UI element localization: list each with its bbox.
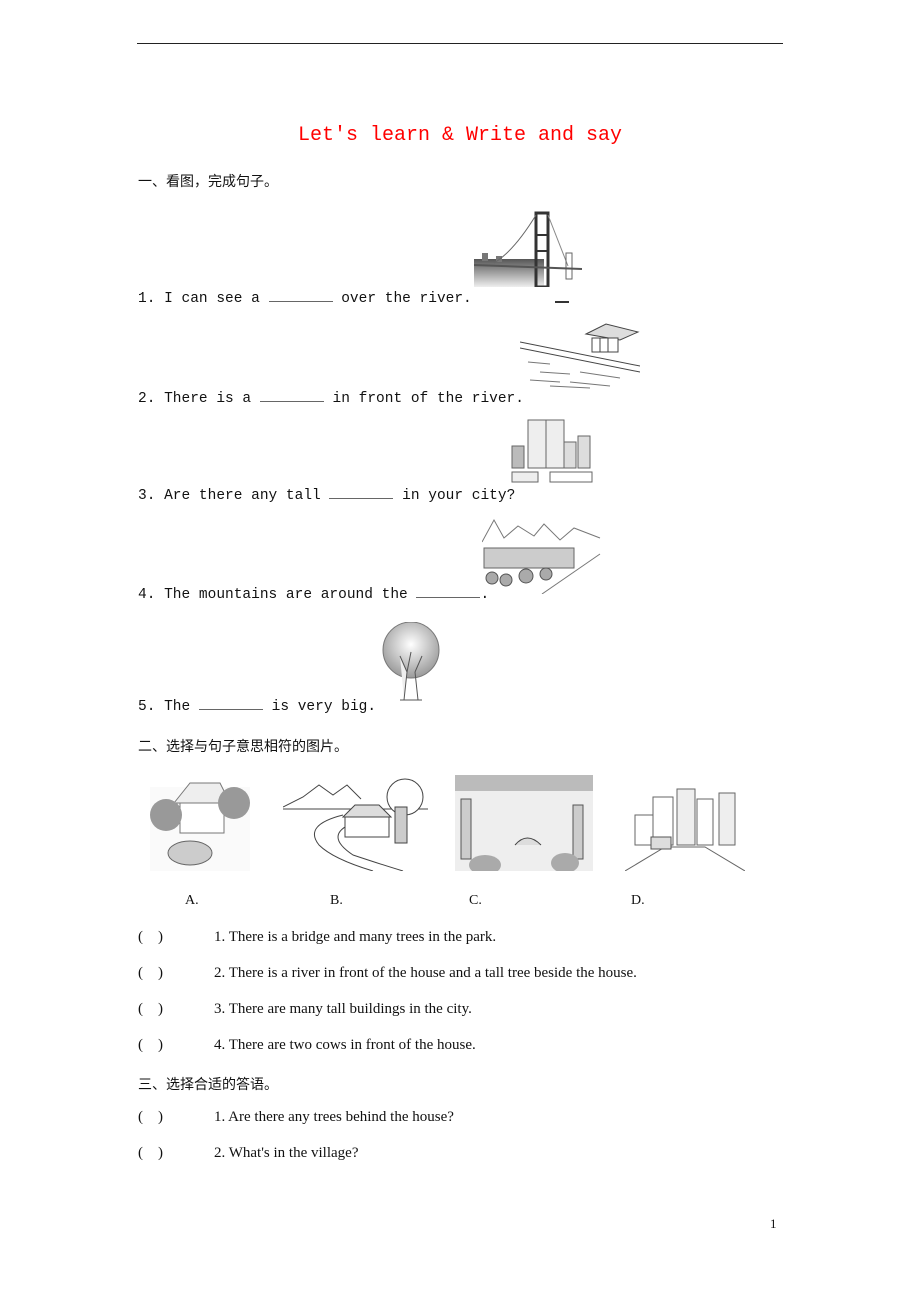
tree-image xyxy=(378,622,444,702)
village-mountains-image xyxy=(482,518,602,594)
page-title: Let's learn & Write and say xyxy=(297,124,623,147)
header-rule xyxy=(137,43,783,44)
answer-blank[interactable] xyxy=(198,697,263,710)
house-by-river-image xyxy=(520,322,640,390)
answer-paren[interactable]: ( ) xyxy=(138,965,214,982)
question-3: 3. Are there any tall in your city? xyxy=(138,486,516,504)
city-street-image xyxy=(625,785,745,871)
answer-item-2: ( ) 2. What's in the village? xyxy=(138,1145,359,1162)
answer-paren[interactable]: ( ) xyxy=(138,1037,214,1054)
answer-blank[interactable] xyxy=(259,389,324,402)
house-cows-image xyxy=(150,775,250,871)
answer-blank[interactable] xyxy=(268,289,333,302)
answer-item-1: ( ) 1. Are there any trees behind the hou… xyxy=(138,1109,454,1126)
answer-paren[interactable]: ( ) xyxy=(138,1001,214,1018)
match-item-4: ( ) 4. There are two cows in front of the… xyxy=(138,1037,476,1054)
section-2-heading: 二、选择与句子意思相符的图片。 xyxy=(138,739,348,755)
question-5: 5. The is very big. xyxy=(138,697,377,715)
park-bridge-image xyxy=(455,775,593,871)
question-1: 1. I can see a over the river. xyxy=(138,289,472,307)
answer-blank[interactable] xyxy=(329,486,394,499)
question-4: 4. The mountains are around the . xyxy=(138,585,490,603)
option-b-label: B. xyxy=(330,893,343,908)
answer-paren[interactable]: ( ) xyxy=(138,1145,214,1162)
answer-paren[interactable]: ( ) xyxy=(138,1109,214,1126)
option-d-label: D. xyxy=(631,893,645,908)
city-buildings-image xyxy=(510,418,594,484)
answer-paren[interactable]: ( ) xyxy=(138,929,214,946)
question-2: 2. There is a in front of the river. xyxy=(138,389,524,407)
page-number: 1 xyxy=(770,1216,777,1231)
match-item-2: ( ) 2. There is a river in front of the h… xyxy=(138,965,637,982)
house-river-tree-image xyxy=(283,775,428,871)
match-item-3: ( ) 3. There are many tall buildings in t… xyxy=(138,1001,472,1018)
answer-blank[interactable] xyxy=(416,585,481,598)
option-a-label: A. xyxy=(185,893,199,908)
match-item-1: ( ) 1. There is a bridge and many trees i… xyxy=(138,929,497,946)
bridge-image xyxy=(474,211,582,287)
section-3-heading: 三、选择合适的答语。 xyxy=(138,1077,278,1093)
option-c-label: C. xyxy=(469,893,482,908)
small-dash xyxy=(555,301,569,303)
section-1-heading: 一、看图，完成句子。 xyxy=(138,174,278,190)
